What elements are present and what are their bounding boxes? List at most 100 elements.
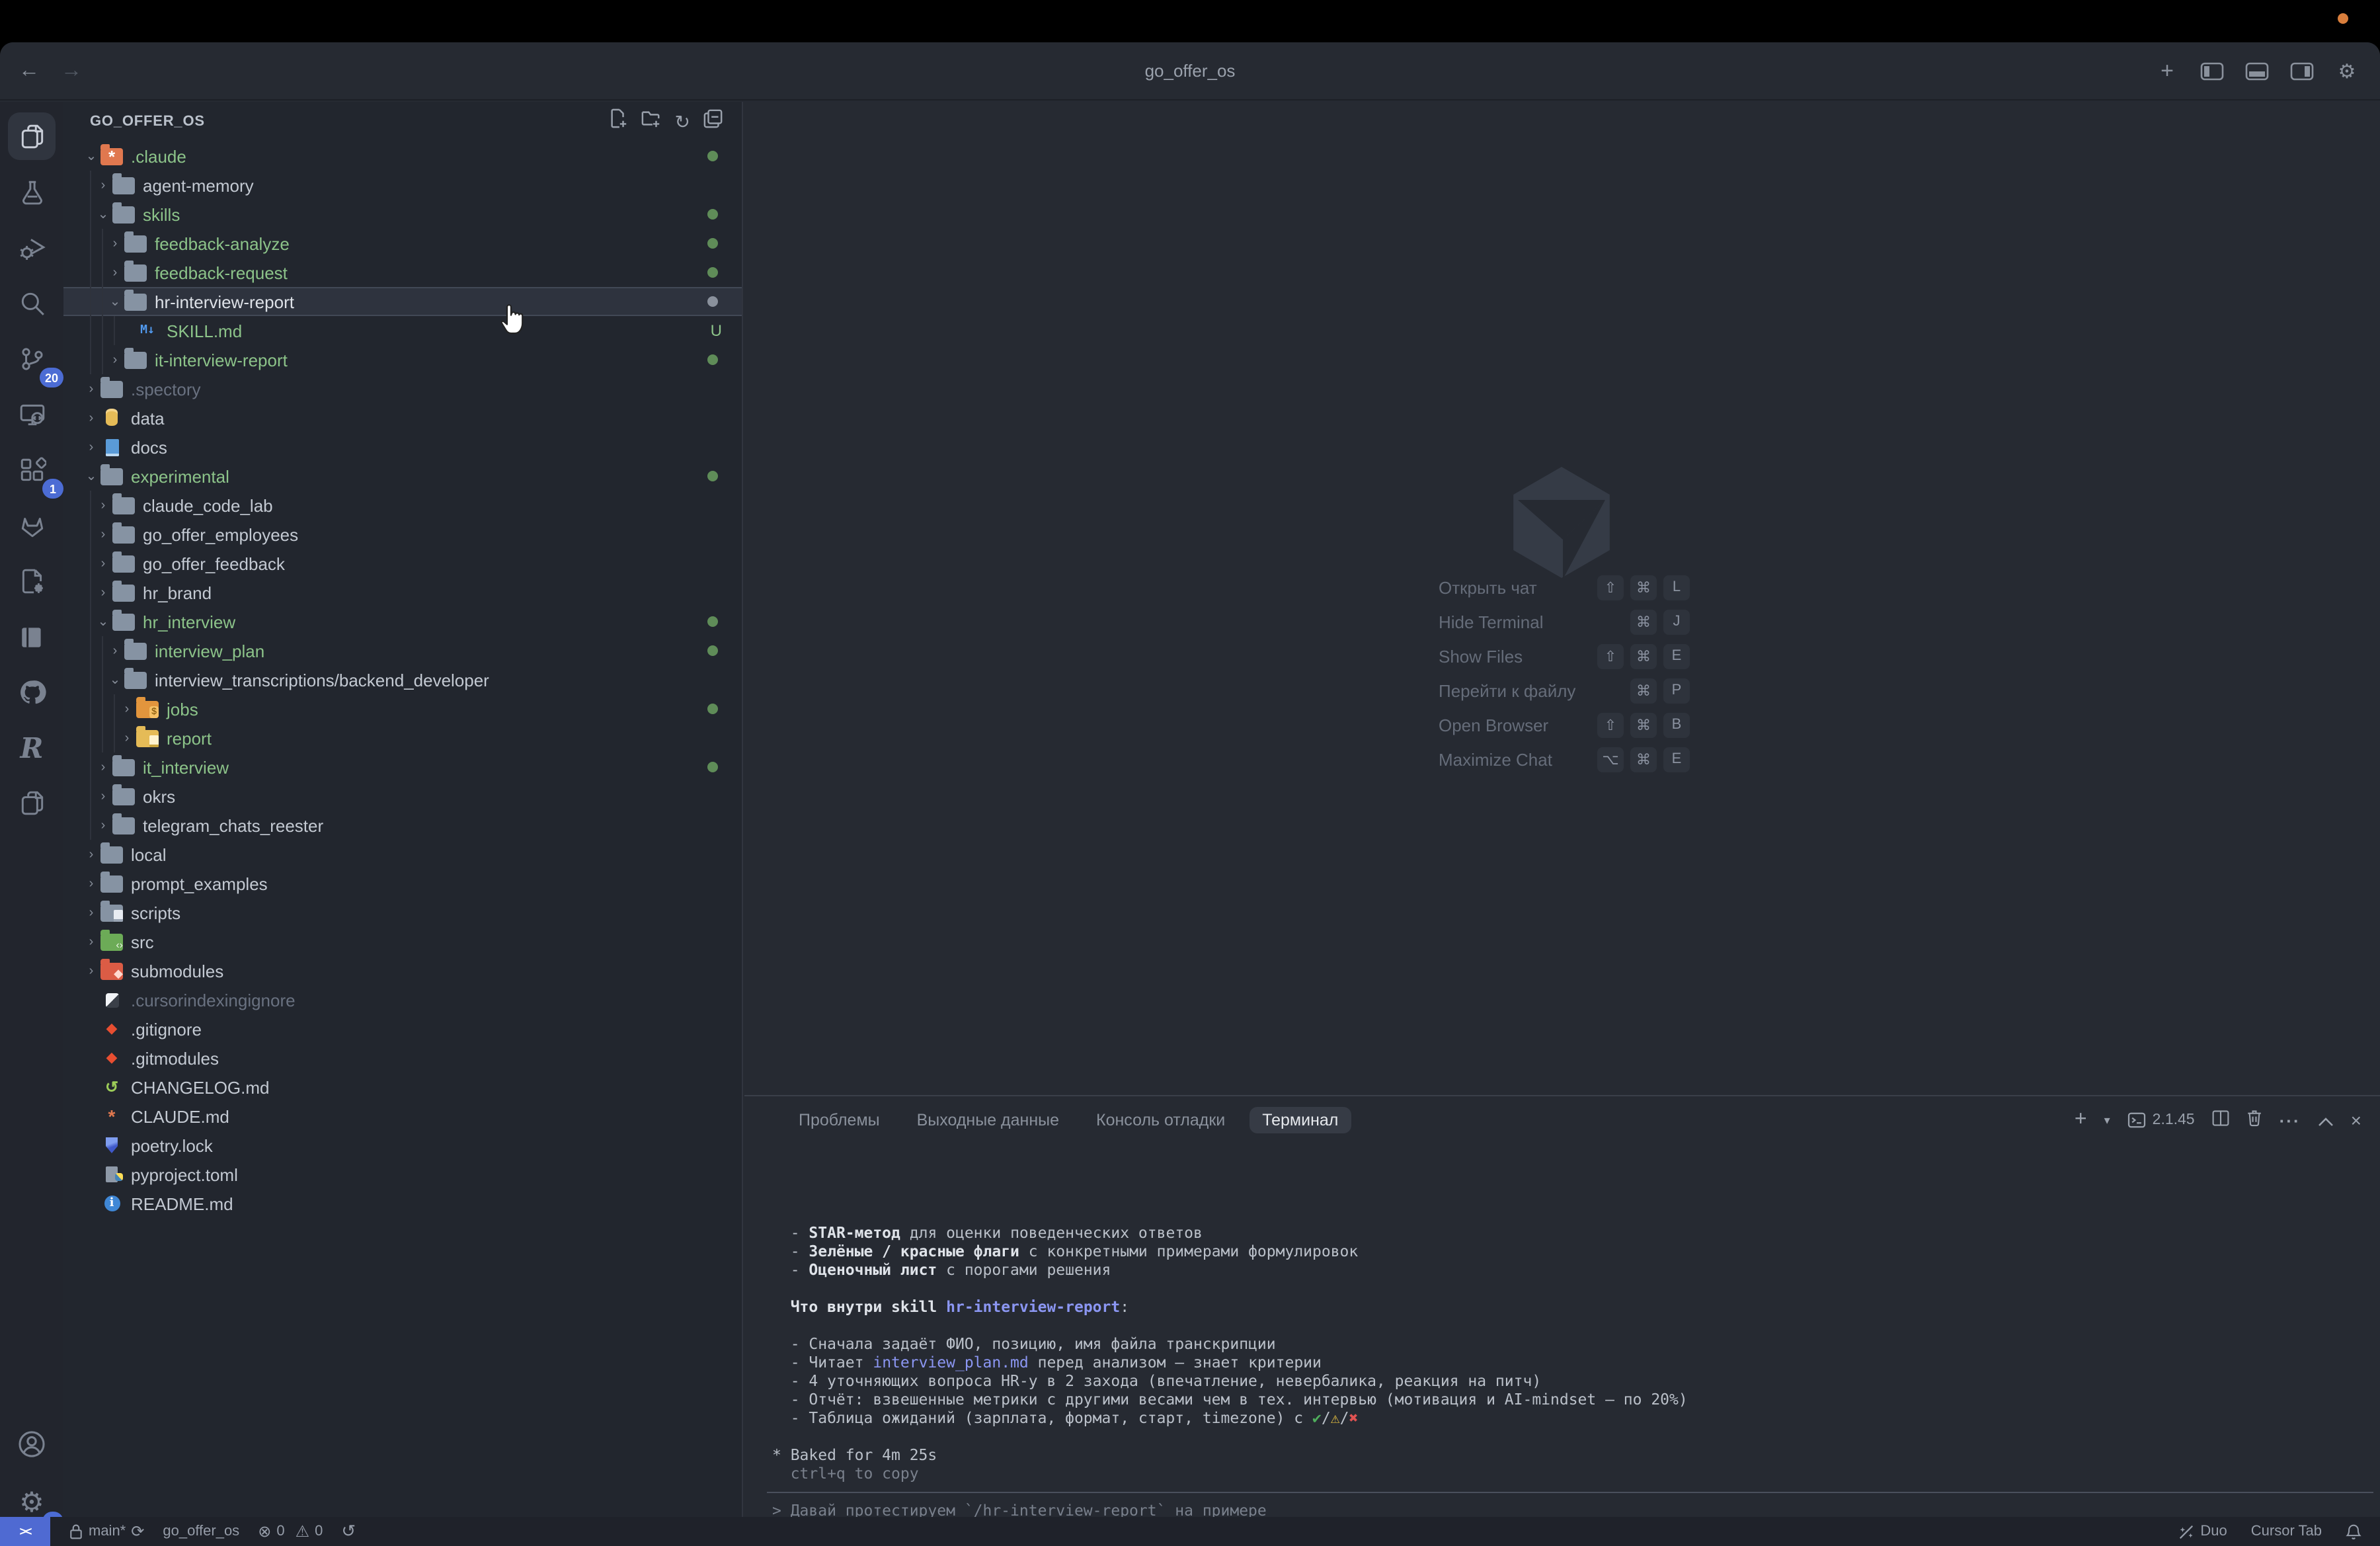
tree-folder-jobs[interactable]: › $ jobs xyxy=(63,694,742,723)
tree-folder-agent-memory[interactable]: › agent-memory xyxy=(63,171,742,200)
keycap: ⌘ xyxy=(1630,678,1657,703)
tree-folder-hr-interview-report[interactable]: ⌄ hr-interview-report xyxy=(63,287,742,316)
activity-remote-explorer-icon[interactable] xyxy=(8,390,56,438)
tree-folder-interview-plan[interactable]: › interview_plan xyxy=(63,636,742,665)
tree-item-label: okrs xyxy=(143,786,176,806)
tree-file--gitmodules[interactable]: ◆ .gitmodules xyxy=(63,1043,742,1073)
tree-file-readme-md[interactable]: i README.md xyxy=(63,1189,742,1218)
tree-folder-docs[interactable]: › docs xyxy=(63,432,742,462)
folder-icon xyxy=(100,872,123,893)
panel-tab-терминал[interactable]: Терминал xyxy=(1249,1107,1352,1133)
folder-icon xyxy=(100,842,123,864)
terminal-dropdown-icon[interactable]: ▾ xyxy=(2104,1113,2110,1127)
git-branch-item[interactable]: main* ⟳ xyxy=(69,1522,144,1541)
activity-files-icon[interactable] xyxy=(8,112,56,160)
split-terminal-icon[interactable] xyxy=(2212,1110,2229,1131)
submodules-folder-icon: ◆ xyxy=(100,959,123,980)
activity-cpp-tools-icon[interactable] xyxy=(8,557,56,604)
tree-folder-submodules[interactable]: › ◆ submodules xyxy=(63,956,742,985)
maximize-panel-icon[interactable] xyxy=(2318,1110,2334,1130)
new-tab-icon[interactable]: + xyxy=(2153,57,2182,86)
tree-folder-skills[interactable]: ⌄ skills xyxy=(63,200,742,229)
new-file-icon[interactable] xyxy=(609,108,629,135)
shortcut-label: Maximize Chat xyxy=(1439,749,1552,769)
tree-folder-local[interactable]: › local xyxy=(63,840,742,869)
readme-file-icon: i xyxy=(100,1194,123,1213)
tree-folder-hr-interview[interactable]: ⌄ hr_interview xyxy=(63,607,742,636)
toggle-primary-sidebar-icon[interactable] xyxy=(2198,57,2227,86)
tree-folder--claude[interactable]: ⌄ * .claude xyxy=(63,142,742,171)
toggle-secondary-sidebar-icon[interactable] xyxy=(2287,57,2317,86)
tree-file-pyproject-toml[interactable]: pyproject.toml xyxy=(63,1160,742,1189)
tree-folder-scripts[interactable]: › scripts xyxy=(63,898,742,927)
collapse-all-icon[interactable] xyxy=(703,108,723,135)
tree-folder-feedback-request[interactable]: › feedback-request xyxy=(63,258,742,287)
tree-folder-report[interactable]: › report xyxy=(63,723,742,753)
panel-more-actions-icon[interactable]: ··· xyxy=(2280,1110,2301,1130)
notifications-bell-icon[interactable] xyxy=(2346,1523,2361,1540)
tree-file-poetry-lock[interactable]: poetry.lock xyxy=(63,1131,742,1160)
tree-folder-it-interview-report[interactable]: › it-interview-report xyxy=(63,345,742,374)
activity-account-icon[interactable] xyxy=(8,1420,56,1468)
tree-folder-go-offer-feedback[interactable]: › go_offer_feedback xyxy=(63,549,742,578)
activity-source-control-icon[interactable]: 20 xyxy=(8,335,63,387)
panel-tab-выходные-данные[interactable]: Выходные данные xyxy=(904,1107,1072,1133)
tree-folder-it-interview[interactable]: › it_interview xyxy=(63,753,742,782)
new-folder-icon[interactable] xyxy=(642,108,662,135)
activity-github-icon[interactable] xyxy=(8,668,56,715)
tree-file--gitignore[interactable]: ◆ .gitignore xyxy=(63,1014,742,1043)
remote-indicator-button[interactable]: >< xyxy=(0,1517,50,1546)
activity-flask-icon[interactable] xyxy=(8,168,56,216)
git-status-dot xyxy=(707,616,718,627)
tree-file-claude-md[interactable]: * CLAUDE.md xyxy=(63,1102,742,1131)
git-file-icon: ◆ xyxy=(106,1049,118,1065)
panel-tab-консоль-отладки[interactable]: Консоль отладки xyxy=(1083,1107,1238,1133)
cursor-tab-label: Cursor Tab xyxy=(2250,1524,2322,1539)
tree-file--cursorindexingignore[interactable]: .cursorindexingignore xyxy=(63,985,742,1014)
tree-folder-prompt-examples[interactable]: › prompt_examples xyxy=(63,869,742,898)
toggle-panel-icon[interactable] xyxy=(2242,57,2272,86)
shortcut-row: Открыть чат ⇧ ⌘ L xyxy=(1439,570,1690,604)
tree-folder-claude-code-lab[interactable]: › claude_code_lab xyxy=(63,491,742,520)
tree-folder-feedback-analyze[interactable]: › feedback-analyze xyxy=(63,229,742,258)
activity-extensions-icon[interactable]: 1 xyxy=(8,446,63,499)
chevron-right-icon: › xyxy=(89,876,94,891)
tree-folder-src[interactable]: › ‹› src xyxy=(63,927,742,956)
terminal-session[interactable]: 2.1.45 xyxy=(2127,1112,2195,1128)
cursor-tab-item[interactable]: Cursor Tab xyxy=(2251,1524,2322,1539)
tree-folder-experimental[interactable]: ⌄ experimental xyxy=(63,462,742,491)
activity-debug-icon[interactable] xyxy=(8,224,56,271)
timeline-history-item[interactable]: ↺ xyxy=(341,1521,356,1542)
project-task-item[interactable]: go_offer_os xyxy=(163,1524,239,1539)
activity-book-icon[interactable] xyxy=(8,612,56,660)
tree-file-changelog-md[interactable]: ↺ CHANGELOG.md xyxy=(63,1073,742,1102)
refresh-icon[interactable]: ↻ xyxy=(675,110,690,133)
settings-gear-icon[interactable]: ⚙ xyxy=(2332,57,2361,86)
tree-folder-okrs[interactable]: › okrs xyxy=(63,782,742,811)
tree-folder-interview-transcriptions-backend-developer[interactable]: ⌄ interview_transcriptions/backend_develo… xyxy=(63,665,742,694)
activity-pages-icon[interactable] xyxy=(8,779,56,827)
tree-item-label: prompt_examples xyxy=(131,874,268,893)
tree-folder-hr-brand[interactable]: › hr_brand xyxy=(63,578,742,607)
activity-r-logo-icon[interactable]: R xyxy=(8,723,56,771)
nav-forward-icon[interactable]: → xyxy=(61,60,82,83)
terminal-separator xyxy=(767,1483,2373,1501)
terminal-output[interactable]: - STAR-метод для оценки поведенческих от… xyxy=(767,1223,2373,1546)
problems-item[interactable]: ⊗ 0 ⚠ 0 xyxy=(258,1522,323,1541)
gitlab-duo-item[interactable]: Duo xyxy=(2178,1523,2227,1540)
new-terminal-icon[interactable]: + xyxy=(2075,1108,2087,1132)
tree-folder-go-offer-employees[interactable]: › go_offer_employees xyxy=(63,520,742,549)
tree-folder-telegram-chats-reester[interactable]: › telegram_chats_reester xyxy=(63,811,742,840)
activity-search-icon[interactable] xyxy=(8,279,56,327)
tree-folder-data[interactable]: › data xyxy=(63,403,742,432)
recording-indicator-dot xyxy=(2338,13,2348,24)
close-panel-icon[interactable]: × xyxy=(2351,1110,2361,1131)
nav-back-icon[interactable]: ← xyxy=(19,60,40,83)
tree-file-skill-md[interactable]: M↓ SKILL.md U xyxy=(63,316,742,345)
tree-folder--spectory[interactable]: › .spectory xyxy=(63,374,742,403)
chevron-right-icon: › xyxy=(100,818,106,833)
panel-tab-проблемы[interactable]: Проблемы xyxy=(785,1107,893,1133)
activity-gitlab-icon[interactable] xyxy=(8,501,56,549)
kill-terminal-icon[interactable] xyxy=(2246,1110,2262,1131)
shortcut-label: Open Browser xyxy=(1439,715,1549,735)
